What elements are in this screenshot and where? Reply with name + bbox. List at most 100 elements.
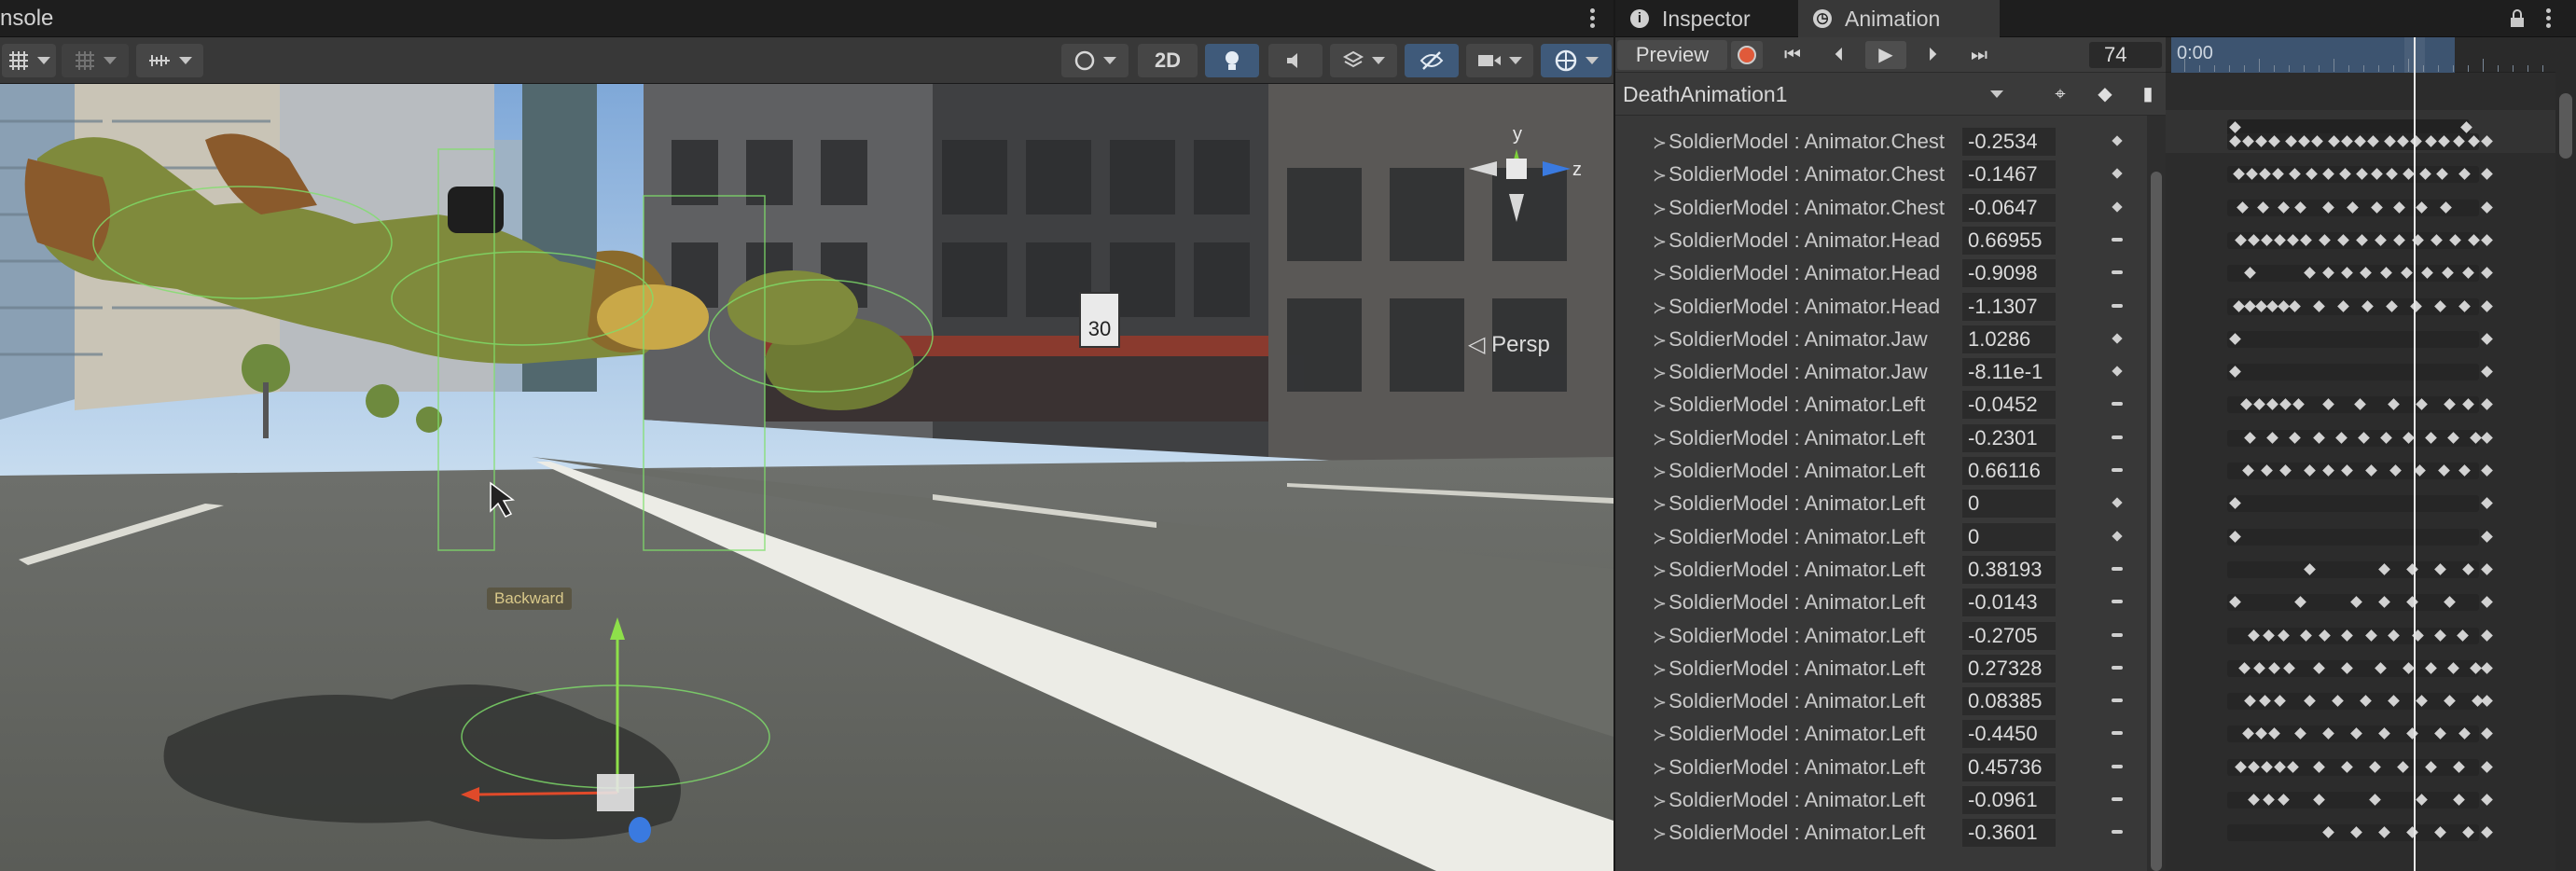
keyframe[interactable]	[2481, 299, 2493, 312]
filter-by-selection-button[interactable]: ⌖	[2046, 81, 2074, 107]
property-value-field[interactable]: -0.0961	[1962, 786, 2056, 814]
property-value-field[interactable]: -0.3601	[1962, 819, 2056, 848]
property-value-field[interactable]: 0.27328	[1962, 654, 2056, 683]
keyframe[interactable]	[2481, 398, 2493, 411]
projection-label[interactable]: ◁ Persp	[1468, 331, 1550, 358]
property-row[interactable]: SoldierModel : Animator.Left0	[1615, 487, 2147, 519]
effects-button[interactable]	[1330, 44, 1397, 77]
property-keyframe-toggle[interactable]	[2112, 600, 2123, 604]
keyframe[interactable]	[2481, 497, 2493, 510]
audio-toggle-button[interactable]	[1268, 44, 1323, 77]
record-button[interactable]	[1731, 41, 1763, 69]
property-row[interactable]: SoldierModel : Animator.Head0.66955	[1615, 224, 2147, 256]
dopesheet-scrollbar[interactable]	[2555, 37, 2576, 871]
property-value-field[interactable]: -0.4450	[1962, 720, 2056, 749]
add-keyframe-button[interactable]: ◆	[2091, 81, 2119, 107]
property-row[interactable]: SoldierModel : Animator.Chest-0.1467	[1615, 158, 2147, 190]
dopesheet[interactable]: 0:00	[2166, 37, 2576, 871]
property-keyframe-toggle[interactable]	[2112, 435, 2123, 439]
property-keyframe-toggle[interactable]	[2112, 237, 2123, 242]
property-value-field[interactable]: 0.08385	[1962, 687, 2056, 716]
property-keyframe-toggle[interactable]	[2112, 168, 2123, 179]
property-row[interactable]: SoldierModel : Animator.Left0.27328	[1615, 652, 2147, 684]
keyframe[interactable]	[2481, 760, 2493, 773]
play-button[interactable]: ▶	[1865, 41, 1906, 69]
keyframe[interactable]	[2481, 464, 2493, 477]
property-value-field[interactable]: 1.0286	[1962, 325, 2056, 353]
property-row[interactable]: SoldierModel : Animator.Head-0.9098	[1615, 256, 2147, 289]
property-value-field[interactable]: -1.1307	[1962, 292, 2056, 321]
keyframe[interactable]	[2481, 727, 2493, 740]
keyframe[interactable]	[2481, 332, 2493, 345]
property-value-field[interactable]: 0.45736	[1962, 753, 2056, 781]
property-row[interactable]: SoldierModel : Animator.Chest-0.2534	[1615, 125, 2147, 158]
keyframe[interactable]	[2481, 234, 2493, 246]
property-value-field[interactable]: 0.38193	[1962, 555, 2056, 584]
property-value-field[interactable]: -0.2301	[1962, 423, 2056, 452]
animation-menu-icon[interactable]	[2544, 7, 2552, 31]
gizmos-button[interactable]	[1541, 44, 1612, 77]
keyframe[interactable]	[2481, 629, 2493, 642]
property-row[interactable]: SoldierModel : Animator.Left-0.2705	[1615, 619, 2147, 652]
tab-animation[interactable]: ◷ Animation	[1798, 0, 2000, 37]
keyframe[interactable]	[2481, 826, 2493, 839]
keyframe[interactable]	[2481, 135, 2493, 147]
property-keyframe-toggle[interactable]	[2112, 698, 2123, 703]
camera-settings-button[interactable]	[1466, 44, 1533, 77]
property-row[interactable]: SoldierModel : Animator.Jaw-8.11e-1	[1615, 355, 2147, 388]
property-keyframe-toggle[interactable]	[2112, 764, 2123, 768]
property-row[interactable]: SoldierModel : Animator.Left-0.0143	[1615, 586, 2147, 618]
property-keyframe-toggle[interactable]	[2112, 731, 2123, 736]
property-value-field[interactable]: 0.66955	[1962, 226, 2056, 255]
keyframe[interactable]	[2481, 661, 2493, 674]
preview-button[interactable]: Preview	[1617, 40, 1727, 70]
property-keyframe-toggle[interactable]	[2112, 632, 2123, 637]
frame-number-field[interactable]: 74	[2089, 42, 2162, 68]
property-value-field[interactable]: -0.9098	[1962, 259, 2056, 288]
property-row[interactable]: SoldierModel : Animator.Chest-0.0647	[1615, 191, 2147, 224]
property-value-field[interactable]: 0	[1962, 522, 2056, 551]
keyframe[interactable]	[2481, 530, 2493, 543]
keyframe[interactable]	[2481, 267, 2493, 280]
property-value-field[interactable]: 0.66116	[1962, 457, 2056, 485]
property-keyframe-toggle[interactable]	[2112, 135, 2123, 146]
property-row[interactable]: SoldierModel : Animator.Left-0.0452	[1615, 388, 2147, 421]
previous-keyframe-button[interactable]: ⏴	[1819, 41, 1860, 69]
tab-console[interactable]: nsole	[0, 0, 74, 37]
clip-select-dropdown[interactable]: DeathAnimation1	[1623, 80, 2011, 108]
property-row[interactable]: SoldierModel : Animator.Left0.08385	[1615, 684, 2147, 717]
add-event-button[interactable]: ▮	[2134, 81, 2162, 107]
keyframe[interactable]	[2481, 794, 2493, 806]
property-value-field[interactable]: -0.1467	[1962, 160, 2056, 189]
keyframe[interactable]	[2481, 596, 2493, 609]
keyframe[interactable]	[2481, 366, 2493, 378]
first-keyframe-button[interactable]: ⏮	[1772, 41, 1813, 69]
property-value-field[interactable]: -0.2705	[1962, 621, 2056, 650]
property-value-field[interactable]: 0	[1962, 490, 2056, 518]
last-keyframe-button[interactable]: ⏭	[1959, 41, 2000, 69]
scene-menu-icon[interactable]	[1588, 7, 1596, 31]
property-row[interactable]: SoldierModel : Animator.Left-0.4450	[1615, 717, 2147, 750]
scene-visibility-button[interactable]	[1405, 44, 1459, 77]
property-keyframe-toggle[interactable]	[2112, 830, 2123, 835]
property-keyframe-toggle[interactable]	[2112, 665, 2123, 670]
property-value-field[interactable]: -0.0143	[1962, 588, 2056, 617]
property-row[interactable]: SoldierModel : Animator.Left-0.3601	[1615, 816, 2147, 849]
property-keyframe-toggle[interactable]	[2112, 530, 2123, 542]
property-row[interactable]: SoldierModel : Animator.Left-0.2301	[1615, 422, 2147, 454]
lighting-toggle-button[interactable]	[1205, 44, 1259, 77]
property-row[interactable]: SoldierModel : Animator.Head-1.1307	[1615, 290, 2147, 323]
timeline-ruler[interactable]: 0:00	[2166, 37, 2576, 73]
keyframe[interactable]	[2481, 168, 2493, 181]
mode-2d-button[interactable]: 2D	[1138, 44, 1198, 77]
property-list-scrollbar[interactable]	[2147, 116, 2166, 871]
property-keyframe-toggle[interactable]	[2112, 497, 2123, 508]
property-keyframe-toggle[interactable]	[2112, 200, 2123, 213]
grid-snap-button[interactable]	[2, 44, 56, 77]
property-row[interactable]: SoldierModel : Animator.Left0.38193	[1615, 553, 2147, 586]
property-value-field[interactable]: -0.0452	[1962, 391, 2056, 420]
keyframe[interactable]	[2481, 563, 2493, 575]
property-row[interactable]: SoldierModel : Animator.Left0.45736	[1615, 751, 2147, 783]
property-value-field[interactable]: -0.2534	[1962, 128, 2056, 156]
property-value-field[interactable]: -8.11e-1	[1962, 358, 2056, 387]
